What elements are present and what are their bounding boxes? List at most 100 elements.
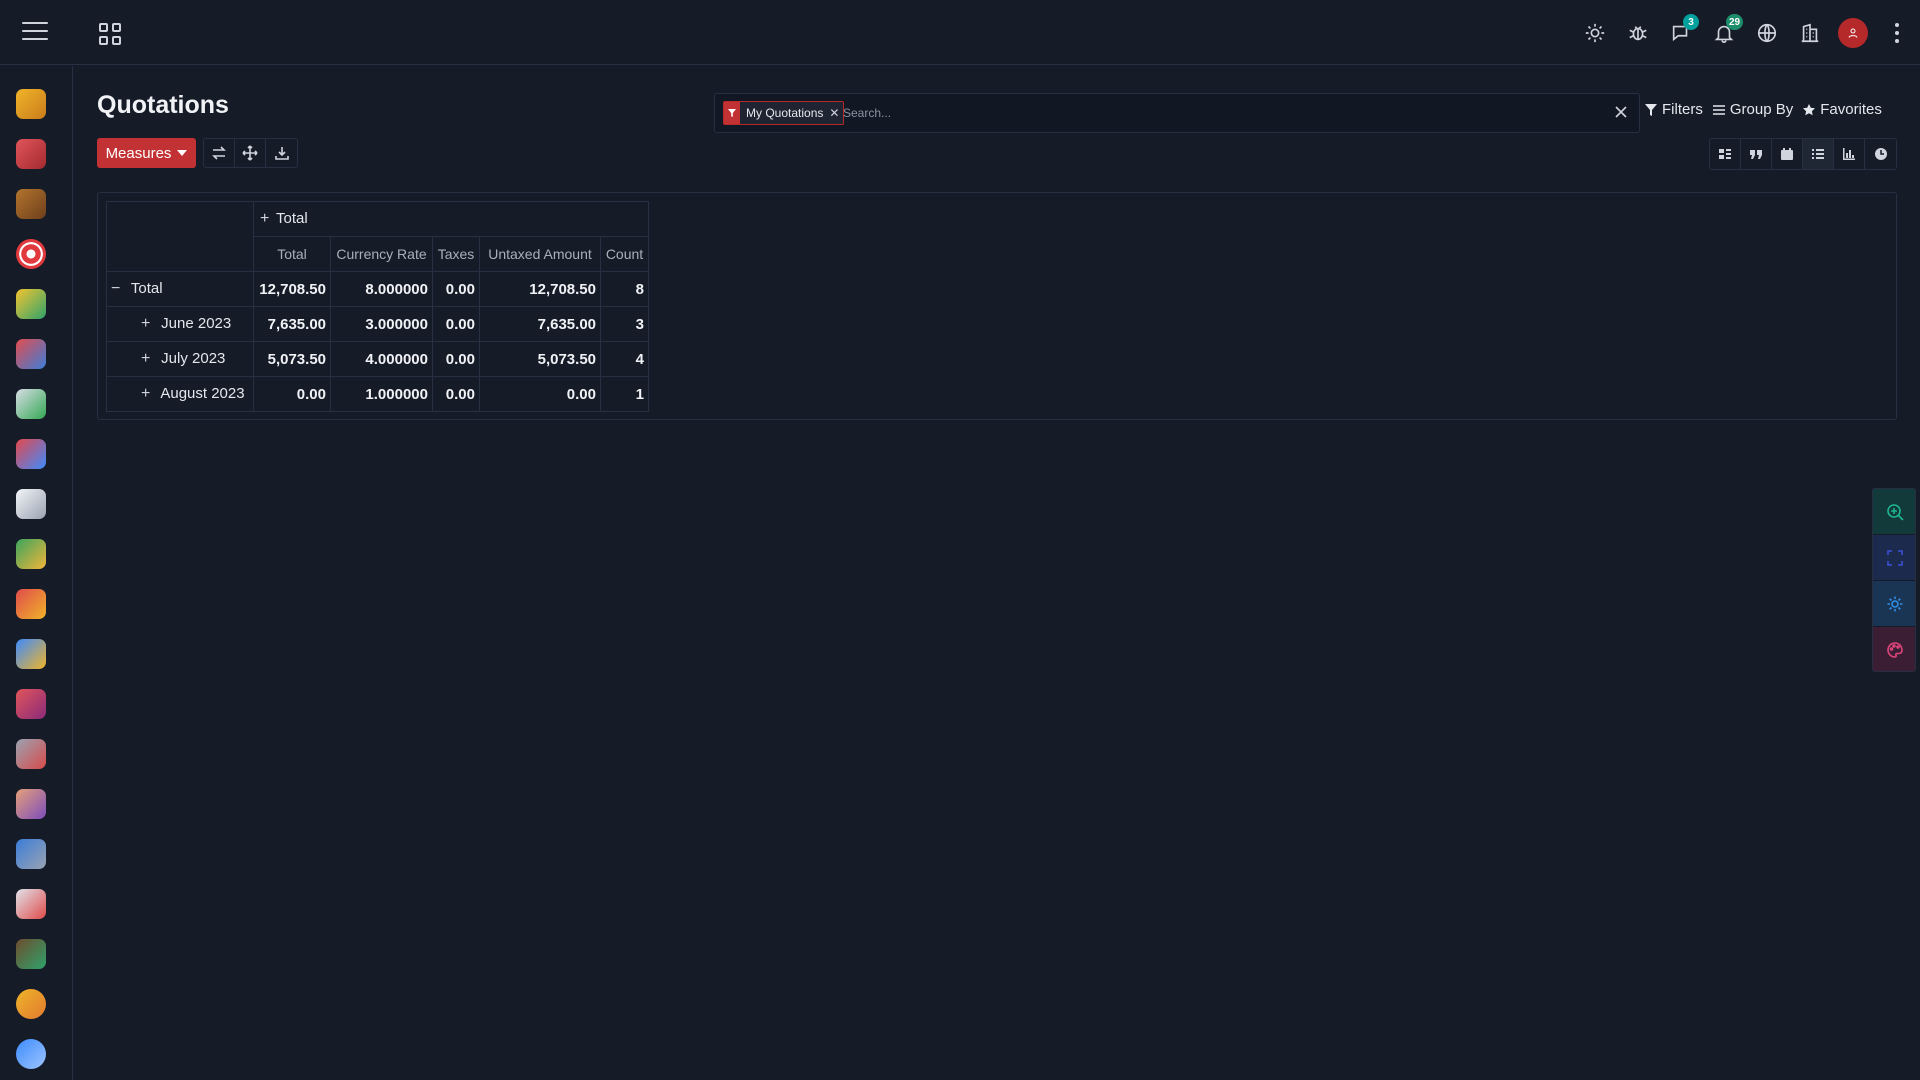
theme-palette-button[interactable] (1873, 627, 1915, 671)
cell-value[interactable]: 12,708.50 (253, 271, 331, 307)
measure-header[interactable]: Count (600, 236, 649, 272)
language-button[interactable] (1745, 0, 1788, 65)
inbox-app-icon[interactable] (16, 89, 46, 119)
cell-value[interactable]: 12,708.50 (479, 271, 601, 307)
cell-value[interactable]: 4.000000 (330, 341, 433, 377)
recruitment-app-icon[interactable] (16, 889, 46, 919)
cell-value[interactable]: 0.00 (432, 341, 480, 377)
measures-dropdown-button[interactable]: Measures (97, 138, 196, 168)
apps-menu-icon[interactable] (99, 23, 121, 45)
row-header-august-2023[interactable]: + August 2023 (106, 376, 254, 412)
company-switch-button[interactable] (1788, 0, 1831, 65)
wallet-app-icon[interactable] (16, 939, 46, 969)
timesheets-app-icon[interactable] (16, 489, 46, 519)
filters-dropdown[interactable]: Filters (1645, 101, 1703, 118)
filter-facet[interactable]: My Quotations ✕ (723, 101, 844, 125)
cell-value[interactable]: 5,073.50 (479, 341, 601, 377)
cell-value[interactable]: 3 (600, 306, 649, 342)
measure-header[interactable]: Untaxed Amount (479, 236, 601, 272)
bug-icon (1628, 25, 1647, 40)
sales-app-icon[interactable] (16, 289, 46, 319)
fleet-app-icon[interactable] (16, 839, 46, 869)
notification-badge: 29 (1726, 14, 1744, 30)
employees-app-icon[interactable] (16, 789, 46, 819)
cell-value[interactable]: 7,635.00 (479, 306, 601, 342)
plus-icon: + (141, 350, 151, 367)
project-app-icon[interactable] (16, 439, 46, 469)
more-options-button[interactable] (1874, 0, 1920, 65)
plus-icon: + (260, 210, 270, 227)
measure-header[interactable]: Currency Rate (330, 236, 433, 272)
col-header-total[interactable]: + Total (253, 201, 649, 237)
hamburger-icon[interactable] (22, 22, 48, 44)
globe-icon (1757, 23, 1776, 42)
row-label: Total (130, 280, 163, 297)
debug-button[interactable] (1616, 0, 1659, 65)
messages-button[interactable]: 3 (1659, 0, 1702, 65)
expand-all-button[interactable] (235, 139, 266, 167)
user-menu-button[interactable] (1831, 0, 1874, 65)
activity-view-button[interactable] (1865, 139, 1896, 169)
cell-value[interactable]: 7,635.00 (253, 306, 331, 342)
crm-app-icon[interactable] (16, 239, 46, 269)
notifications-button[interactable]: 29 (1702, 0, 1745, 65)
tools-app-icon[interactable] (16, 739, 46, 769)
page-title: Quotations (97, 91, 229, 119)
table-row: + July 2023 5,073.50 4.000000 0.00 5,073… (106, 341, 649, 377)
search-options: Filters Group By Favorites (1645, 101, 1882, 118)
group-by-dropdown[interactable]: Group By (1712, 101, 1793, 118)
calendar-app-icon[interactable] (16, 139, 46, 169)
table-row: − Total 12,708.50 8.000000 0.00 12,708.5… (106, 271, 649, 307)
search-input[interactable] (843, 102, 1603, 124)
cell-value[interactable]: 8 (600, 271, 649, 307)
avatar (1837, 17, 1868, 48)
appraisal-app-icon[interactable] (16, 989, 46, 1019)
cell-value[interactable]: 0.00 (253, 376, 331, 412)
favorites-dropdown[interactable]: Favorites (1803, 101, 1882, 118)
cell-value[interactable]: 5,073.50 (253, 341, 331, 377)
row-header-total[interactable]: − Total (106, 271, 254, 307)
download-button[interactable] (266, 139, 297, 167)
row-header-july-2023[interactable]: + July 2023 (106, 341, 254, 377)
filter-icon (724, 102, 740, 124)
cell-value[interactable]: 3.000000 (330, 306, 433, 342)
col-header-label: Total (276, 210, 308, 227)
fullscreen-button[interactable] (1873, 535, 1915, 581)
cell-value[interactable]: 1.000000 (330, 376, 433, 412)
kanban-view-button[interactable] (1710, 139, 1741, 169)
inventory-app-icon[interactable] (16, 639, 46, 669)
facet-remove-icon[interactable]: ✕ (829, 106, 839, 120)
expenses-app-icon[interactable] (16, 539, 46, 569)
clear-search-icon[interactable] (1611, 102, 1631, 122)
cell-value[interactable]: 0.00 (432, 271, 480, 307)
cell-value[interactable]: 8.000000 (330, 271, 433, 307)
discuss-app-icon[interactable] (16, 1039, 46, 1069)
cell-value[interactable]: 4 (600, 341, 649, 377)
filters-label: Filters (1662, 101, 1703, 118)
quote-view-button[interactable] (1741, 139, 1772, 169)
calendar-view-button[interactable] (1772, 139, 1803, 169)
measure-header[interactable]: Taxes (432, 236, 480, 272)
cell-value[interactable]: 0.00 (432, 376, 480, 412)
graph-view-button[interactable] (1834, 139, 1865, 169)
sun-icon (1585, 23, 1604, 42)
search-panel: My Quotations ✕ (714, 93, 1640, 133)
cell-value[interactable]: 0.00 (432, 306, 480, 342)
point-of-sale-app-icon[interactable] (16, 339, 46, 369)
minus-icon: − (111, 280, 121, 297)
purchase-app-icon[interactable] (16, 589, 46, 619)
cell-value[interactable]: 0.00 (479, 376, 601, 412)
contacts-app-icon[interactable] (16, 189, 46, 219)
flip-axis-button[interactable] (204, 139, 235, 167)
settings-button[interactable] (1873, 581, 1915, 627)
row-header-june-2023[interactable]: + June 2023 (106, 306, 254, 342)
cell-value[interactable]: 1 (600, 376, 649, 412)
manufacturing-app-icon[interactable] (16, 689, 46, 719)
building-icon (1801, 23, 1818, 42)
measure-header[interactable]: Total (253, 236, 331, 272)
list-view-button[interactable] (1803, 139, 1834, 169)
invoicing-app-icon[interactable] (16, 389, 46, 419)
zoom-button[interactable] (1873, 489, 1915, 535)
theme-toggle-button[interactable] (1573, 0, 1616, 65)
facet-label: My Quotations (746, 106, 824, 120)
